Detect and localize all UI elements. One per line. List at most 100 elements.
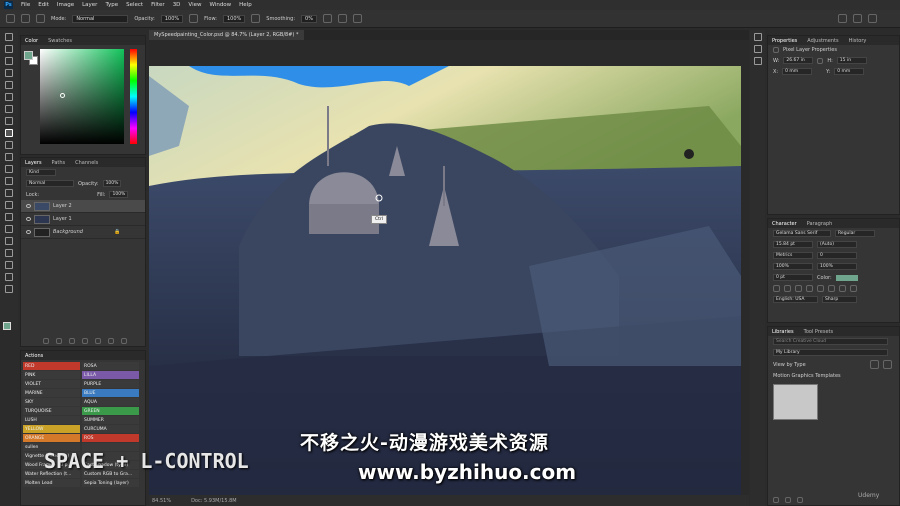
small-caps-icon[interactable] (806, 285, 813, 292)
menu-view[interactable]: View (188, 2, 201, 8)
brush-preset-icon[interactable] (21, 14, 30, 23)
menu-window[interactable]: Window (209, 2, 231, 8)
gradient-tool-icon[interactable] (5, 177, 13, 185)
opacity-field[interactable]: 100% (160, 14, 184, 23)
brush-tool-icon[interactable] (5, 129, 13, 137)
visibility-eye-icon[interactable] (26, 230, 31, 234)
flow-field[interactable]: 100% (223, 14, 246, 23)
x-field[interactable]: 0 mm (782, 68, 813, 75)
brush-panel-icon[interactable] (753, 45, 762, 53)
search-icon[interactable] (837, 14, 847, 23)
add-icon[interactable] (773, 497, 779, 503)
eraser-tool-icon[interactable] (5, 165, 13, 173)
action-button[interactable]: CURCUMA (82, 425, 139, 433)
smoothing-field[interactable]: 0% (301, 14, 317, 23)
marquee-tool-icon[interactable] (5, 45, 13, 53)
font-style-select[interactable]: Regular (835, 230, 875, 237)
horizontal-scale-field[interactable]: 100% (817, 263, 857, 270)
zoom-level[interactable]: 84.51% (152, 498, 171, 504)
action-button[interactable]: Molten Lead (23, 479, 80, 487)
leading-field[interactable]: (Auto) (817, 241, 857, 248)
action-button[interactable]: AQUA (82, 398, 139, 406)
new-layer-icon[interactable] (108, 338, 114, 344)
zoom-tool-icon[interactable] (5, 273, 13, 281)
dodge-tool-icon[interactable] (5, 201, 13, 209)
view-by-select[interactable]: View by Type (773, 362, 806, 368)
3d-panel-icon[interactable] (753, 57, 762, 65)
action-button[interactable]: LUSH (23, 416, 80, 424)
adjustment-icon[interactable] (82, 338, 88, 344)
canvas-area[interactable] (149, 40, 749, 495)
tab-libraries[interactable]: Libraries (772, 329, 794, 335)
library-group-title[interactable]: Motion Graphics Templates (773, 373, 841, 379)
underline-icon[interactable] (839, 285, 846, 292)
tab-paragraph[interactable]: Paragraph (807, 221, 833, 227)
angle-icon[interactable] (337, 14, 347, 23)
tab-paths[interactable]: Paths (52, 160, 66, 166)
action-button[interactable]: ORANGE (23, 434, 80, 442)
tab-tool-presets[interactable]: Tool Presets (804, 329, 834, 335)
frame-tool-icon[interactable] (5, 93, 13, 101)
faux-bold-icon[interactable] (773, 285, 780, 292)
foreground-swatch[interactable] (24, 51, 33, 60)
action-button[interactable]: ROS (82, 434, 139, 442)
subscript-icon[interactable] (828, 285, 835, 292)
upload-icon[interactable] (785, 497, 791, 503)
crop-tool-icon[interactable] (5, 81, 13, 89)
tab-actions[interactable]: Actions (25, 353, 43, 359)
font-family-select[interactable]: Gelama Sans Serif (773, 230, 831, 237)
blur-tool-icon[interactable] (5, 189, 13, 197)
menu-help[interactable]: Help (239, 2, 252, 8)
foreground-color[interactable] (3, 322, 11, 330)
layer-row[interactable]: Layer 2 (21, 200, 145, 213)
menu-file[interactable]: File (21, 2, 30, 8)
tab-channels[interactable]: Channels (75, 160, 98, 166)
workspace-icon[interactable] (852, 14, 862, 23)
doc-info[interactable]: Doc: 5.93M/15.8M (191, 498, 237, 504)
all-caps-icon[interactable] (795, 285, 802, 292)
action-button[interactable]: TURQUOISE (23, 407, 80, 415)
path-select-tool-icon[interactable] (5, 237, 13, 245)
layer-kind-select[interactable]: Kind (26, 169, 56, 176)
action-button[interactable]: SKY (23, 398, 80, 406)
superscript-icon[interactable] (817, 285, 824, 292)
tab-character[interactable]: Character (772, 221, 797, 227)
tab-properties[interactable]: Properties (772, 38, 797, 44)
trash-icon[interactable] (797, 497, 803, 503)
share-icon[interactable] (867, 14, 877, 23)
move-tool-icon[interactable] (5, 33, 13, 41)
hue-slider[interactable] (130, 49, 137, 144)
shape-tool-icon[interactable] (5, 249, 13, 257)
airbrush-icon[interactable] (251, 14, 261, 23)
pressure-opacity-icon[interactable] (189, 14, 199, 23)
visibility-eye-icon[interactable] (26, 217, 31, 221)
tracking-field[interactable]: 0 (817, 252, 857, 259)
tab-layers[interactable]: Layers (25, 160, 42, 166)
baseline-shift-field[interactable]: 0 pt (773, 274, 813, 281)
y-field[interactable]: 0 mm (834, 68, 865, 75)
color-picker-field[interactable] (40, 49, 124, 144)
menu-select[interactable]: Select (126, 2, 143, 8)
gear-icon[interactable] (322, 14, 332, 23)
blend-mode-select[interactable]: Normal (26, 180, 74, 187)
kerning-field[interactable]: Metrics (773, 252, 813, 259)
tab-swatches[interactable]: Swatches (48, 38, 72, 44)
type-tool-icon[interactable] (5, 225, 13, 233)
faux-italic-icon[interactable] (784, 285, 791, 292)
color-picker-handle[interactable] (60, 93, 65, 98)
tab-color[interactable]: Color (25, 38, 38, 44)
pen-tool-icon[interactable] (5, 213, 13, 221)
mask-icon[interactable] (69, 338, 75, 344)
action-button[interactable]: RED (23, 362, 80, 370)
link-icon[interactable] (43, 338, 49, 344)
menu-filter[interactable]: Filter (151, 2, 165, 8)
folder-icon[interactable] (95, 338, 101, 344)
grid-view-icon[interactable] (869, 360, 879, 369)
action-button[interactable]: BLUE (82, 389, 139, 397)
mode-select[interactable]: Normal (72, 14, 129, 23)
quick-select-tool-icon[interactable] (5, 69, 13, 77)
action-button[interactable]: PURPLE (82, 380, 139, 388)
brush-tool-icon[interactable] (6, 14, 15, 23)
healing-tool-icon[interactable] (5, 117, 13, 125)
layer-row[interactable]: Background 🔒 (21, 226, 145, 239)
